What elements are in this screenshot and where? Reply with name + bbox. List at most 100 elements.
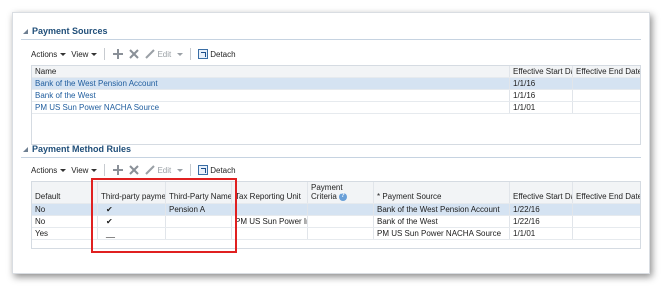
payment-method-rules-table: Default Third-party payment Third-Party … (31, 181, 641, 249)
third-party-payment-check: __ (98, 228, 166, 239)
column-header-effective-start-date[interactable]: Effective Start Date (510, 182, 573, 203)
toolbar-separator (104, 164, 106, 176)
chevron-down-icon (91, 52, 98, 56)
payment-sources-header[interactable]: Payment Sources (23, 24, 108, 38)
actions-label: Actions (31, 49, 58, 59)
detach-label: Detach (210, 165, 236, 175)
x-icon[interactable] (128, 49, 139, 60)
column-header-third-party-payment[interactable]: Third-party payment (98, 182, 166, 203)
chevron-down-icon (177, 52, 184, 56)
effective-start-date: 1/1/16 (510, 78, 573, 89)
payment-criteria (308, 228, 374, 239)
third-party-payment-check: ✔ (98, 204, 166, 215)
table-row[interactable]: Yes __ PM US Sun Power NACHA Source 1/1/… (32, 228, 640, 240)
chevron-down-icon (177, 168, 184, 172)
tax-reporting-unit (232, 204, 308, 215)
plus-icon[interactable] (112, 49, 123, 60)
table-row[interactable]: No ✔ Pension A Bank of the West Pension … (32, 204, 640, 216)
third-party-name (166, 216, 232, 227)
help-icon[interactable]: ? (338, 192, 347, 201)
payment-method-rules-header[interactable]: Payment Method Rules (23, 142, 131, 156)
payment-configuration-panel: Payment Sources Actions View Edit Detach… (12, 12, 650, 274)
column-header-default[interactable]: Default (32, 182, 98, 203)
toolbar-separator (104, 48, 106, 60)
detach-icon (198, 49, 209, 59)
effective-start-date: 1/22/16 (510, 216, 573, 227)
default-value: Yes (32, 228, 98, 239)
plus-icon[interactable] (112, 165, 123, 176)
pencil-icon (144, 49, 155, 60)
payment-criteria-label-line2-wrap: Criteria? (311, 192, 347, 201)
default-value: No (32, 216, 98, 227)
payment-source: Bank of the West (374, 216, 510, 227)
column-header-tax-reporting-unit[interactable]: Tax Reporting Unit (232, 182, 308, 203)
column-header-effective-end-date[interactable]: Effective End Date (573, 66, 640, 77)
table-row[interactable]: Bank of the West 1/1/16 (32, 90, 640, 102)
toolbar-separator (190, 48, 192, 60)
effective-start-date: 1/1/16 (510, 90, 573, 101)
payment-criteria-label-line1: Payment (311, 183, 343, 192)
column-header-third-party-name[interactable]: Third-Party Name (166, 182, 232, 203)
effective-end-date (573, 102, 640, 113)
more-menu[interactable] (176, 52, 184, 56)
column-header-payment-criteria[interactable]: Payment Criteria? (308, 182, 374, 203)
edit-button[interactable]: Edit (144, 165, 171, 176)
view-label: View (71, 165, 89, 175)
section-divider (21, 157, 641, 158)
table-row[interactable]: Bank of the West Pension Account 1/1/16 (32, 78, 640, 90)
chevron-down-icon (60, 52, 67, 56)
tax-reporting-unit: PM US Sun Power Inc (232, 216, 308, 227)
section-divider (21, 39, 641, 40)
effective-end-date (573, 216, 640, 227)
payment-source: Bank of the West Pension Account (374, 204, 510, 215)
payment-sources-toolbar: Actions View Edit Detach (31, 45, 236, 63)
effective-end-date (573, 204, 640, 215)
view-menu[interactable]: View (71, 49, 98, 59)
column-header-payment-source[interactable]: * Payment Source (374, 182, 510, 203)
view-menu[interactable]: View (71, 165, 98, 175)
actions-label: Actions (31, 165, 58, 175)
payment-source: PM US Sun Power NACHA Source (374, 228, 510, 239)
x-icon[interactable] (128, 165, 139, 176)
effective-end-date (573, 90, 640, 101)
source-name-link[interactable]: Bank of the West Pension Account (32, 78, 510, 89)
effective-end-date (573, 78, 640, 89)
source-name-link[interactable]: PM US Sun Power NACHA Source (32, 102, 510, 113)
toolbar-separator (190, 164, 192, 176)
tax-reporting-unit (232, 228, 308, 239)
collapse-triangle-icon[interactable] (23, 28, 28, 34)
effective-start-date: 1/1/01 (510, 102, 573, 113)
edit-label: Edit (157, 49, 172, 59)
payment-criteria (308, 216, 374, 227)
actions-menu[interactable]: Actions (31, 165, 67, 175)
edit-button[interactable]: Edit (144, 49, 171, 60)
third-party-payment-check: ✔ (98, 216, 166, 227)
detach-button[interactable]: Detach (198, 165, 236, 175)
effective-start-date: 1/22/16 (510, 204, 573, 215)
source-name-link[interactable]: Bank of the West (32, 90, 510, 101)
collapse-triangle-icon[interactable] (23, 146, 28, 152)
table-header-row: Default Third-party payment Third-Party … (32, 182, 640, 204)
view-label: View (71, 49, 89, 59)
detach-button[interactable]: Detach (198, 49, 236, 59)
payment-method-rules-toolbar: Actions View Edit Detach (31, 161, 236, 179)
column-header-effective-end-date[interactable]: Effective End Date (573, 182, 640, 203)
effective-end-date (573, 228, 640, 239)
default-value: No (32, 204, 98, 215)
third-party-name (166, 228, 232, 239)
detach-icon (198, 165, 209, 175)
table-row[interactable]: No ✔ PM US Sun Power Inc Bank of the Wes… (32, 216, 640, 228)
more-menu[interactable] (176, 168, 184, 172)
column-header-effective-start-date[interactable]: Effective Start Date (510, 66, 573, 77)
table-row[interactable]: PM US Sun Power NACHA Source 1/1/01 (32, 102, 640, 114)
actions-menu[interactable]: Actions (31, 49, 67, 59)
edit-label: Edit (157, 165, 172, 175)
payment-sources-table: Name Effective Start Date Effective End … (31, 65, 641, 145)
detach-label: Detach (210, 49, 236, 59)
pencil-icon (144, 165, 155, 176)
table-header-row: Name Effective Start Date Effective End … (32, 66, 640, 78)
third-party-name: Pension A (166, 204, 232, 215)
payment-method-rules-title: Payment Method Rules (32, 144, 132, 154)
column-header-name[interactable]: Name (32, 66, 510, 77)
payment-criteria (308, 204, 374, 215)
